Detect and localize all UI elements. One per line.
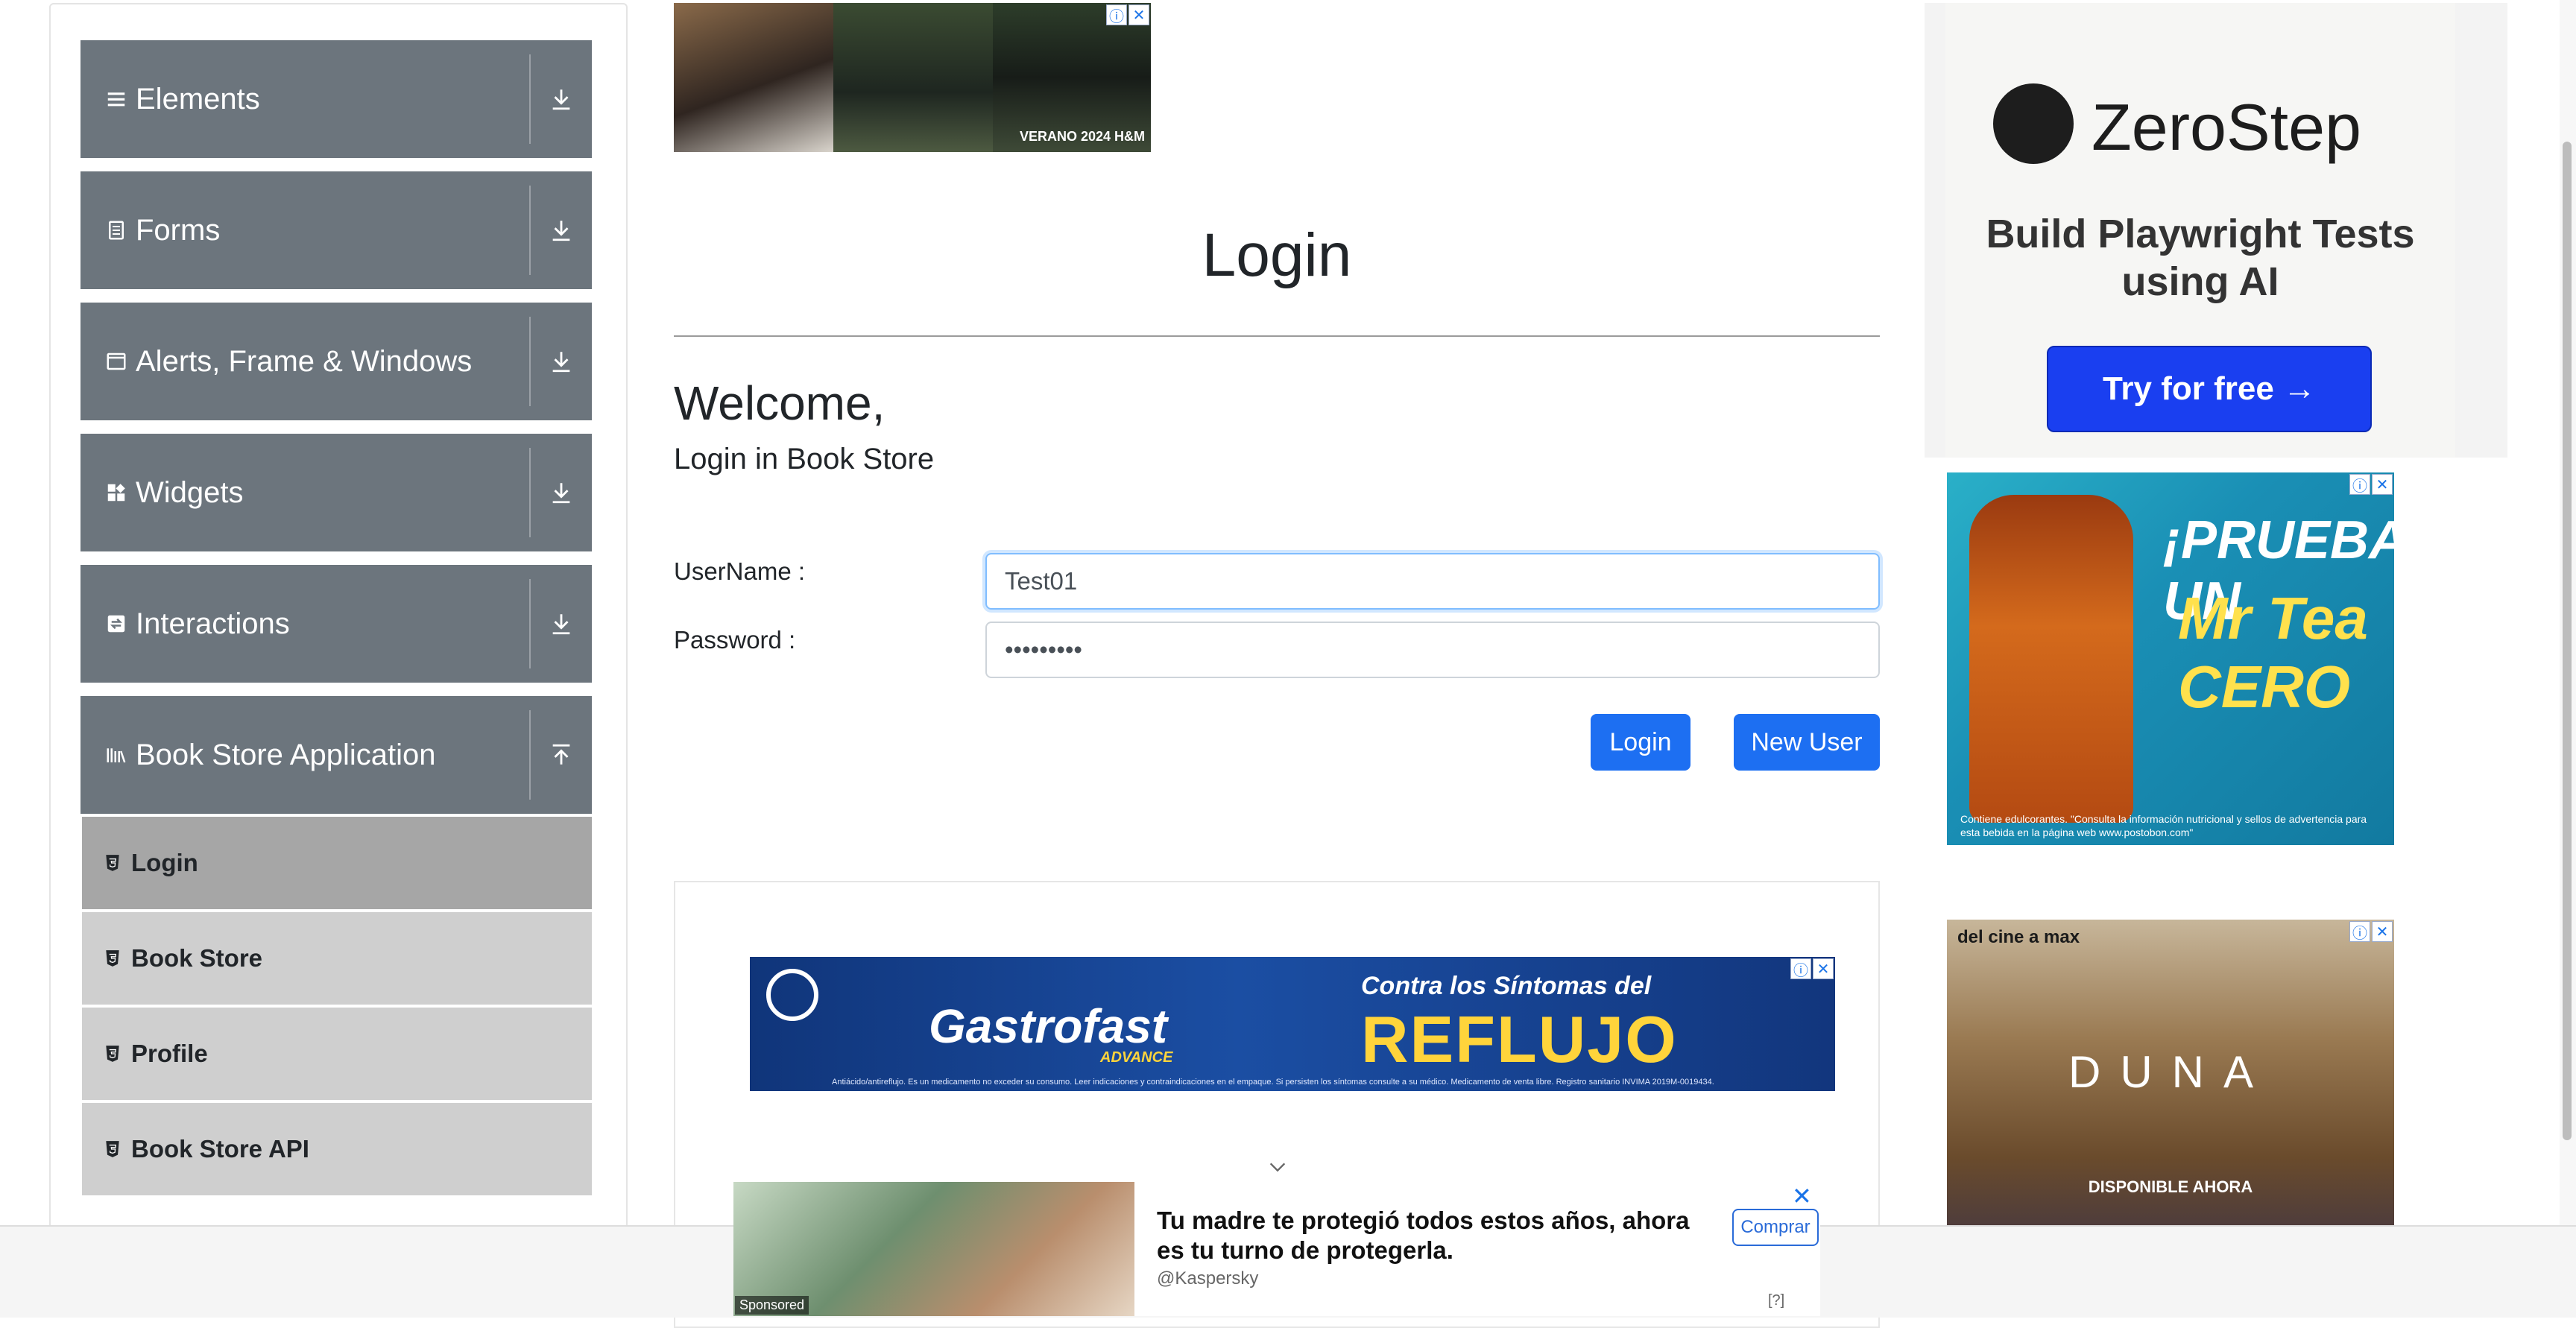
sidebar-item-login[interactable]: Login	[82, 817, 592, 909]
try-for-free-button[interactable]: Try for free →	[2047, 346, 2372, 432]
html5-icon	[104, 1043, 124, 1065]
new-user-button[interactable]: New User	[1734, 714, 1880, 771]
html5-icon	[104, 1138, 124, 1160]
download-arrow-icon[interactable]	[531, 610, 592, 638]
books-icon	[104, 743, 128, 767]
zerostep-ad[interactable]: ZeroStep Build Playwright Tests using AI…	[1925, 3, 2507, 458]
hamburger-icon	[104, 87, 128, 111]
gastrofast-ad[interactable]: Gastrofast ADVANCE Contra los Síntomas d…	[750, 957, 1835, 1091]
info-icon[interactable]: ⓘ	[1106, 4, 1127, 25]
zerostep-logo-icon	[1993, 83, 2074, 164]
ad-photo	[674, 3, 833, 152]
username-label: UserName :	[674, 557, 806, 585]
login-subtitle: Login in Book Store	[674, 443, 935, 475]
ad-fine-print: Contiene edulcorantes. "Consulta la info…	[1960, 813, 2367, 838]
ad-headline-brand: Mr Tea CERO	[2178, 585, 2368, 720]
group-book-store-application[interactable]: Book Store Application	[80, 696, 592, 814]
group-label: Elements	[136, 82, 260, 116]
group-elements[interactable]: Elements	[80, 40, 592, 158]
ad-brand: ZeroStep	[2092, 90, 2361, 164]
ad-photo	[833, 3, 993, 152]
buy-button[interactable]: Comprar	[1732, 1209, 1819, 1246]
ad-title: DUNA	[2068, 1047, 2273, 1097]
page-title: Login	[1202, 221, 1352, 289]
bottle-image	[1969, 495, 2133, 823]
close-icon[interactable]: ✕	[1128, 4, 1149, 25]
ad-headline: Contra los Síntomas del	[1361, 972, 1652, 1000]
html5-icon	[104, 852, 124, 874]
adchoices[interactable]: ⓘ ✕	[2349, 474, 2393, 495]
welcome-heading: Welcome,	[674, 376, 886, 430]
close-icon[interactable]: ✕	[1792, 1182, 1812, 1210]
adchoices[interactable]: ⓘ ✕	[1106, 4, 1149, 25]
info-icon[interactable]: ⓘ	[2349, 921, 2370, 942]
sidebar-item-book-store[interactable]: Book Store	[82, 912, 592, 1005]
ad-brand-sub: ADVANCE	[1100, 1049, 1173, 1066]
window-icon	[104, 350, 128, 373]
upload-arrow-icon[interactable]	[531, 741, 592, 769]
sidebar-item-label: Login	[131, 849, 198, 876]
top-banner-ad[interactable]: VERANO 2024 H&M ⓘ ✕	[674, 3, 1151, 152]
password-input[interactable]	[985, 622, 1880, 678]
close-icon[interactable]: ✕	[2372, 474, 2393, 495]
group-label: Forms	[136, 213, 221, 247]
ad-brand: VERANO 2024 H&M	[1019, 129, 1145, 144]
login-button[interactable]: Login	[1591, 714, 1690, 771]
download-arrow-icon[interactable]	[531, 347, 592, 376]
ad-handle: @Kaspersky	[1157, 1268, 1259, 1289]
sidebar-item-profile[interactable]: Profile	[82, 1008, 592, 1100]
group-label: Widgets	[136, 475, 244, 509]
widgets-icon	[104, 481, 128, 505]
sponsored-label: Sponsored	[735, 1296, 809, 1315]
username-input[interactable]	[985, 553, 1880, 610]
chevron-down-icon[interactable]	[1267, 1157, 1288, 1177]
ad-fine-print: Antiácido/antireflujo. Es un medicamento…	[832, 1078, 1714, 1087]
sidebar-item-book-store-api[interactable]: Book Store API	[82, 1103, 592, 1195]
mr-tea-ad[interactable]: ¡PRUEBA UN Mr Tea CERO Contiene edulcora…	[1947, 472, 2394, 845]
divider	[674, 335, 1880, 337]
html5-icon	[104, 947, 124, 970]
group-forms[interactable]: Forms	[80, 171, 592, 289]
password-label: Password :	[674, 626, 796, 654]
interactions-icon	[104, 612, 128, 636]
download-arrow-icon[interactable]	[531, 478, 592, 507]
scrollbar-thumb[interactable]	[2563, 142, 2572, 1140]
ad-logo	[766, 969, 818, 1021]
group-interactions[interactable]: Interactions	[80, 565, 592, 683]
ad-tagline: Build Playwright Tests using AI	[1986, 212, 2415, 304]
ad-subtitle: DISPONIBLE AHORA	[2088, 1177, 2253, 1196]
adchoices[interactable]: ⓘ ✕	[1790, 958, 1834, 979]
sidebar-item-label: Book Store	[131, 944, 263, 972]
group-label: Book Store Application	[136, 738, 436, 771]
kaspersky-ad[interactable]: Sponsored Tu madre te protegió todos est…	[733, 1182, 1820, 1316]
ad-photo: VERANO 2024 H&M	[993, 3, 1151, 152]
ad-help-link[interactable]: [?]	[1768, 1292, 1784, 1309]
ad-brand: del cine a max	[1957, 927, 2080, 947]
group-label: Interactions	[136, 607, 290, 640]
info-icon[interactable]: ⓘ	[1790, 958, 1811, 979]
info-icon[interactable]: ⓘ	[2349, 474, 2370, 495]
sidebar-item-label: Book Store API	[131, 1135, 309, 1163]
close-icon[interactable]: ✕	[1813, 958, 1834, 979]
ad-brand: Gastrofast	[929, 999, 1168, 1053]
group-alerts-frame-windows[interactable]: Alerts, Frame & Windows	[80, 303, 592, 420]
close-icon[interactable]: ✕	[2372, 921, 2393, 942]
ad-card: ZeroStep Build Playwright Tests using AI…	[1945, 3, 2455, 458]
sidebar-item-label: Profile	[131, 1040, 208, 1067]
download-arrow-icon[interactable]	[531, 216, 592, 244]
ad-headline: Tu madre te protegió todos estos años, a…	[1157, 1207, 1690, 1264]
scrollbar[interactable]	[2560, 0, 2576, 1316]
download-arrow-icon[interactable]	[531, 85, 592, 113]
document-icon	[104, 218, 128, 242]
adchoices[interactable]: ⓘ ✕	[2349, 921, 2393, 942]
group-label: Alerts, Frame & Windows	[136, 344, 473, 378]
ad-headline-big: REFLUJO	[1361, 1002, 1678, 1076]
group-widgets[interactable]: Widgets	[80, 434, 592, 551]
